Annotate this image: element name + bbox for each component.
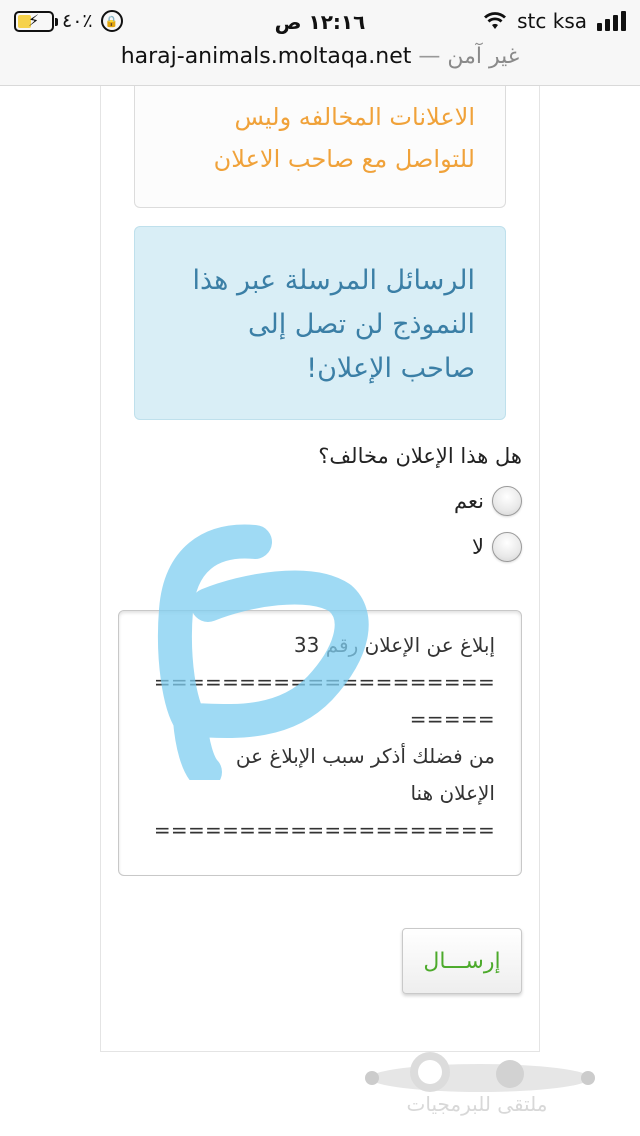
option-no-label: لا — [472, 535, 484, 559]
watermark-logo — [365, 1052, 595, 1092]
status-bar: ⚡ ٤٠٪ 🔒 ١٢:١٦ ص stc ksa — [0, 0, 640, 42]
radio-no[interactable] — [492, 532, 522, 562]
status-right: stc ksa — [483, 9, 626, 33]
message-line: إبلاغ عن الإعلان رقم 33 — [293, 633, 495, 657]
signal-icon — [597, 11, 626, 31]
option-yes-label: نعم — [454, 489, 484, 513]
violation-question: هل هذا الإعلان مخالف؟ — [318, 444, 522, 468]
url-domain: haraj-animals.moltaqa.net — [120, 44, 412, 69]
option-yes[interactable]: نعم — [454, 486, 522, 516]
url-separator: — — [418, 44, 441, 69]
message-line: من فضلك أذكر سبب الإبلاغ عن — [235, 744, 495, 768]
browser-chrome: ⚡ ٤٠٪ 🔒 ١٢:١٦ ص stc ksa haraj-animals.mo… — [0, 0, 640, 86]
info-line: النموذج لن تصل إلى — [247, 309, 475, 340]
wifi-icon — [484, 12, 507, 29]
carrier-name: stc ksa — [517, 9, 587, 33]
message-line: ==================== — [153, 818, 495, 842]
warning-notice: الاعلانات المخالفه وليس للتواصل مع صاحب … — [134, 86, 506, 208]
info-line: الرسائل المرسلة عبر هذا — [192, 265, 475, 296]
message-line: ===== — [409, 707, 495, 731]
option-no[interactable]: لا — [472, 532, 522, 562]
report-message-textarea[interactable]: إبلاغ عن الإعلان رقم 33 ================… — [118, 610, 522, 876]
watermark-text: ملتقى للبرمجيات — [406, 1092, 548, 1116]
warning-line: للتواصل مع صاحب الاعلان — [213, 145, 475, 173]
security-label: غير آمن — [447, 44, 520, 69]
info-line: صاحب الإعلان! — [306, 353, 475, 384]
submit-button[interactable]: إرســـال — [402, 928, 522, 994]
radio-yes[interactable] — [492, 486, 522, 516]
address-bar[interactable]: haraj-animals.moltaqa.net — غير آمن — [0, 44, 640, 69]
warning-line: الاعلانات المخالفه وليس — [234, 103, 475, 131]
info-notice: الرسائل المرسلة عبر هذا النموذج لن تصل إ… — [134, 226, 506, 420]
message-line: ==================== — [153, 670, 495, 694]
message-line: الإعلان هنا — [410, 781, 495, 805]
